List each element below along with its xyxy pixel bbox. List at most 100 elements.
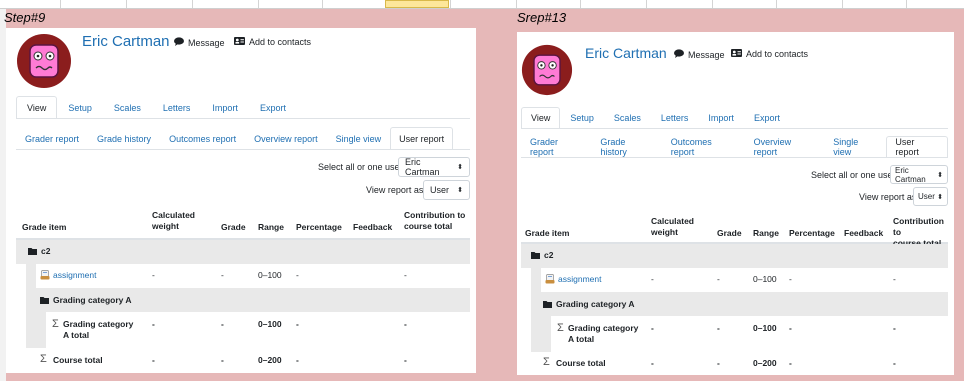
sigma-icon: Σ [40, 353, 47, 365]
cell-percentage: - [296, 319, 299, 329]
header-percentage: Percentage [789, 228, 835, 238]
report-tabs: Grader report Grade history Outcomes rep… [521, 136, 948, 158]
tab-overview-report[interactable]: Overview report [245, 127, 327, 149]
tab-export[interactable]: Export [249, 96, 297, 118]
cell-weight: - [651, 323, 654, 333]
header-percentage: Percentage [296, 222, 342, 232]
avatar[interactable] [16, 33, 72, 89]
tab-overview-report[interactable]: Overview report [745, 136, 825, 157]
cell-contribution: - [893, 323, 896, 333]
tab-setup[interactable]: Setup [560, 107, 604, 128]
table-row: assignment - - 0–100 - - [26, 264, 470, 288]
cell-percentage: - [789, 358, 792, 368]
tab-grader-report[interactable]: Grader report [521, 136, 591, 157]
view-as-label: View report as [366, 185, 424, 195]
header-calculated-weight: Calculated weight [152, 210, 195, 231]
user-name-link[interactable]: Eric Cartman [82, 33, 170, 50]
tab-import[interactable]: Import [201, 96, 249, 118]
sigma-icon: Σ [543, 356, 550, 368]
tab-grader-report[interactable]: Grader report [16, 127, 88, 149]
assignment-link[interactable]: assignment [558, 274, 601, 285]
tab-single-view[interactable]: Single view [327, 127, 391, 149]
cell-contribution: - [404, 319, 407, 329]
select-user-value: Eric Cartman [405, 157, 440, 177]
assignment-link[interactable]: assignment [53, 270, 96, 281]
tab-view[interactable]: View [16, 96, 58, 118]
tab-single-view[interactable]: Single view [824, 136, 886, 157]
cell-percentage: - [296, 355, 299, 365]
tab-user-report[interactable]: User report [886, 136, 948, 157]
cell-weight: - [152, 270, 155, 280]
view-as-label: View report as [859, 192, 917, 202]
message-button[interactable]: Message [174, 37, 225, 48]
tab-outcomes-report[interactable]: Outcomes report [662, 136, 745, 157]
add-to-contacts-button[interactable]: Add to contacts [731, 49, 808, 59]
tab-scales[interactable]: Scales [103, 96, 152, 118]
contacts-label: Add to contacts [249, 37, 312, 47]
cell-grade: - [717, 323, 720, 333]
category-total-label: Grading category A total [63, 319, 134, 340]
updown-caret-icon: ⬍ [937, 171, 943, 179]
header-grade: Grade [717, 228, 742, 238]
header-calculated-weight: Calculated weight [651, 216, 694, 237]
moodle-screenshot-left: Eric Cartman Message Add to contacts Vie… [6, 28, 476, 373]
category-row-c2: c2 [521, 244, 948, 268]
tab-view[interactable]: View [521, 107, 561, 128]
message-label: Message [688, 49, 725, 60]
cell-weight: - [651, 358, 654, 368]
cell-contribution: - [404, 270, 407, 280]
tab-letters[interactable]: Letters [152, 96, 202, 118]
add-to-contacts-button[interactable]: Add to contacts [234, 37, 311, 47]
contacts-label: Add to contacts [746, 49, 809, 59]
course-total-label: Course total [556, 358, 606, 368]
table-header-row: Grade item Calculated weight Grade Range … [16, 206, 470, 240]
table-row: Σ Course total - - 0–200 - - [26, 348, 470, 373]
tab-user-report[interactable]: User report [390, 127, 454, 149]
message-button[interactable]: Message [674, 49, 725, 60]
header-grade-item: Grade item [22, 222, 67, 232]
view-as-dropdown[interactable]: User ⬍ [913, 187, 948, 206]
cell-weight: - [651, 274, 654, 284]
header-feedback: Feedback [844, 228, 884, 238]
cell-contribution: - [893, 274, 896, 284]
cell-range: 0–200 [258, 355, 282, 365]
tab-grade-history[interactable]: Grade history [591, 136, 661, 157]
avatar[interactable] [521, 44, 573, 96]
view-as-value: User [430, 185, 450, 195]
main-tabs: View Setup Scales Letters Import Export [16, 96, 470, 119]
updown-caret-icon: ⬍ [457, 187, 463, 194]
tab-letters[interactable]: Letters [651, 107, 699, 128]
category-row-a: Grading category A [531, 292, 948, 316]
view-as-dropdown[interactable]: User ⬍ [423, 180, 470, 200]
select-user-dropdown[interactable]: Eric Cartman ⬍ [890, 165, 948, 184]
table-row: assignment - - 0–100 - - [531, 268, 948, 292]
assignment-icon [40, 270, 50, 283]
cell-grade: - [717, 358, 720, 368]
speech-bubble-icon [174, 37, 184, 48]
folder-icon [543, 300, 552, 311]
category-name: c2 [41, 246, 51, 256]
table-header-row: Grade item Calculated weight Grade Range … [521, 212, 948, 248]
step-label-right: Srep#13 [517, 10, 567, 25]
sigma-icon: Σ [557, 322, 564, 334]
cell-percentage: - [789, 323, 792, 333]
cell-weight: - [152, 319, 155, 329]
cell-grade: - [717, 274, 720, 284]
cell-grade: - [221, 319, 224, 329]
tab-grade-history[interactable]: Grade history [88, 127, 160, 149]
tab-scales[interactable]: Scales [604, 107, 651, 128]
tab-setup[interactable]: Setup [57, 96, 103, 118]
cell-percentage: - [296, 270, 299, 280]
course-total-label: Course total [53, 355, 103, 365]
tab-export[interactable]: Export [744, 107, 790, 128]
select-user-dropdown[interactable]: Eric Cartman ⬍ [398, 157, 470, 177]
cell-contribution: - [404, 355, 407, 365]
header-feedback: Feedback [353, 222, 393, 232]
cell-range: 0–100 [258, 319, 282, 329]
tab-import[interactable]: Import [698, 107, 744, 128]
header-range: Range [258, 222, 284, 232]
tab-outcomes-report[interactable]: Outcomes report [160, 127, 245, 149]
selected-cell[interactable] [385, 0, 449, 8]
address-card-icon [731, 49, 742, 59]
user-name-link[interactable]: Eric Cartman [585, 45, 667, 61]
